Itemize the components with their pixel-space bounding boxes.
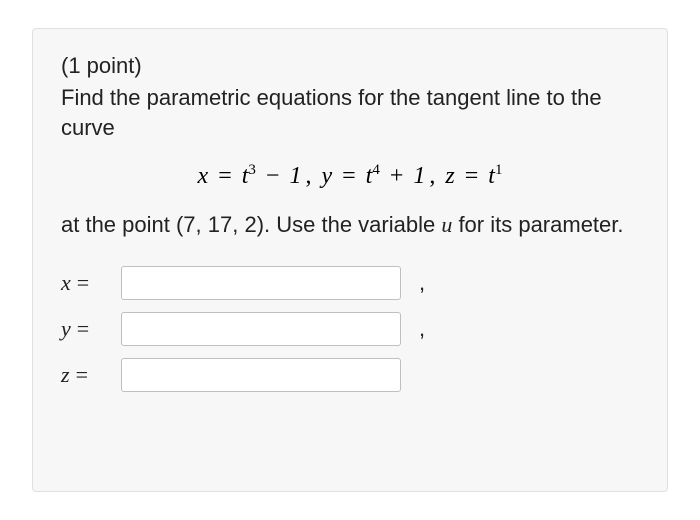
eq-x-const: 1 [289, 163, 301, 189]
curve-equation: x = t3 − 1, y = t4 + 1, z = t1 [61, 162, 639, 190]
answer-row-y: y= , [61, 310, 639, 348]
eq-x-exp: 3 [248, 162, 256, 178]
problem-panel: (1 point) Find the parametric equations … [32, 28, 668, 492]
comma-2: , [419, 316, 425, 342]
comma-1: , [419, 270, 425, 296]
eq-x-var: x [198, 163, 209, 189]
answer-row-x: x= , [61, 264, 639, 302]
post-text: at the point (7, 17, 2). Use the variabl… [61, 210, 639, 240]
y-label: y= [61, 316, 109, 342]
eq-z-exp: 1 [495, 162, 503, 178]
eq-y-const: 1 [413, 163, 425, 189]
eq-z-base: t [488, 163, 495, 189]
z-input[interactable] [121, 358, 401, 392]
points-label: (1 point) [61, 53, 639, 79]
x-label: x= [61, 270, 109, 296]
y-input[interactable] [121, 312, 401, 346]
prompt-text: Find the parametric equations for the ta… [61, 83, 639, 142]
post-text-2: for its parameter. [452, 212, 623, 237]
z-label: z= [61, 362, 109, 388]
param-var: u [441, 212, 452, 237]
eq-y-exp: 4 [372, 162, 380, 178]
post-text-1: at the point (7, 17, 2). Use the variabl… [61, 212, 441, 237]
x-input[interactable] [121, 266, 401, 300]
answer-row-z: z= [61, 356, 639, 394]
eq-y-var: y [321, 163, 332, 189]
eq-z-var: z [445, 163, 454, 189]
answers-group: x= , y= , z= [61, 264, 639, 394]
